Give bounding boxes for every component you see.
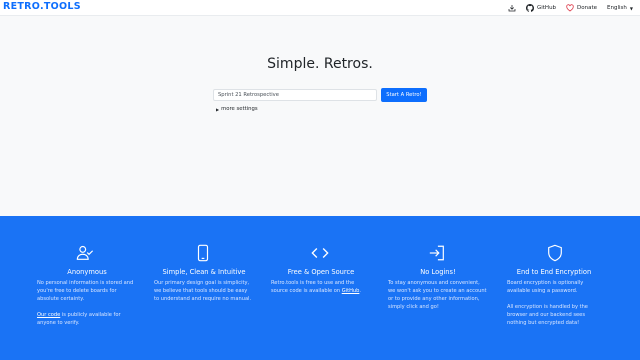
feature-title: Free & Open Source [287,268,355,276]
feature-text: Board encryption is optionally available… [507,280,584,294]
feature-text-2: Our code is publicly available for anyon… [37,312,121,326]
code-icon [311,244,329,262]
features-footer: Anonymous No personal information is sto… [0,216,640,360]
brand-logo[interactable]: RETRO.TOOLS [3,1,81,12]
language-dropdown[interactable]: English ▼ [607,5,633,11]
more-settings-toggle[interactable]: ▶ more settings [216,106,258,112]
feature-title: End to End Encryption [516,268,592,276]
feature-encryption: End to End Encryption Board encryption i… [507,244,601,327]
nav-right: GitHub Donate English ▼ [508,3,633,13]
feature-title: Simple, Clean & Intuitive [162,268,246,276]
donate-label: Donate [577,5,598,11]
page-title: Simple. Retros. [267,56,373,72]
feature-text: Retro.tools is free to use and the sourc… [271,280,361,294]
phone-icon [194,244,212,262]
feature-anonymous: Anonymous No personal information is sto… [37,244,137,327]
download-icon [508,5,516,12]
our-code-link[interactable]: Our code [37,312,60,318]
start-retro-button[interactable]: Start A Retro! [381,88,427,102]
person-check-icon [76,244,94,262]
feature-simple: Simple, Clean & Intuitive Our primary de… [154,244,254,303]
feature-no-logins: No Logins! To stay anonymous and conveni… [388,244,488,311]
shield-icon [546,244,564,262]
language-label: English [607,5,627,11]
triangle-right-icon: ▶ [216,106,220,112]
feature-text: To stay anonymous and convenient, we won… [388,280,487,310]
top-navbar: RETRO.TOOLS GitHub Donate English ▼ [0,0,640,16]
github-source-link[interactable]: GitHub [342,288,360,294]
more-settings-label: more settings [221,106,258,112]
feature-open-source: Free & Open Source Retro.tools is free t… [271,244,371,295]
github-icon [525,4,534,12]
feature-text: Our primary design goal is simplicity, w… [154,280,252,302]
caret-down-icon: ▼ [629,5,633,11]
github-link[interactable]: GitHub [525,4,557,12]
github-label: GitHub [536,5,557,11]
donate-link[interactable]: Donate [566,4,597,12]
feature-title: No Logins! [420,268,456,276]
feature-text: No personal information is stored and yo… [37,280,134,302]
feature-text-2: All encryption is handled by the browser… [507,304,588,326]
sign-in-icon [428,244,446,262]
retro-name-input[interactable] [213,89,377,101]
heart-icon [566,4,574,12]
install-button[interactable] [508,4,516,12]
feature-title: Anonymous [67,268,107,276]
